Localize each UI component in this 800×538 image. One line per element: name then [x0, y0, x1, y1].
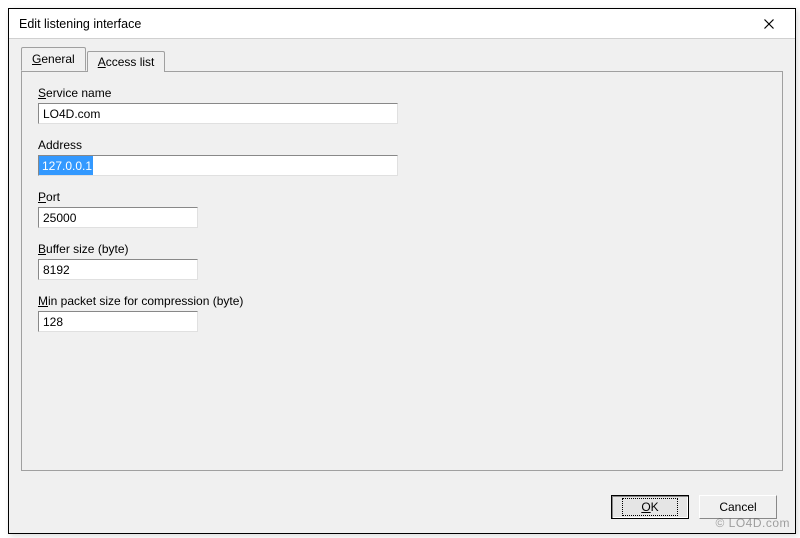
field-service-name: Service name: [38, 86, 766, 124]
field-port: Port: [38, 190, 766, 228]
input-min-packet[interactable]: [38, 311, 198, 332]
field-address: Address 127.0.0.1: [38, 138, 766, 176]
titlebar: Edit listening interface: [9, 9, 795, 39]
input-service-name[interactable]: [38, 103, 398, 124]
input-address[interactable]: 127.0.0.1: [38, 155, 398, 176]
input-address-selection: 127.0.0.1: [39, 156, 93, 175]
watermark: © LO4D.com: [715, 516, 790, 530]
label-address: Address: [38, 138, 766, 152]
window-title: Edit listening interface: [19, 17, 141, 31]
ok-button[interactable]: OK: [611, 495, 689, 519]
close-button[interactable]: [747, 10, 791, 38]
tab-panel-general: Service name Address 127.0.0.1 Port: [21, 71, 783, 471]
dialog-window: Edit listening interface General Access …: [8, 8, 796, 534]
field-buffer-size: Buffer size (byte): [38, 242, 766, 280]
input-buffer-size[interactable]: [38, 259, 198, 280]
field-min-packet: Min packet size for compression (byte): [38, 294, 766, 332]
tab-access-list[interactable]: Access list: [87, 51, 166, 72]
client-area: General Access list Service name Address: [9, 39, 795, 533]
input-port[interactable]: [38, 207, 198, 228]
label-buffer-size: Buffer size (byte): [38, 242, 766, 256]
label-service-name: Service name: [38, 86, 766, 100]
tab-strip: General Access list: [21, 49, 783, 71]
close-icon: [764, 19, 774, 29]
label-min-packet: Min packet size for compression (byte): [38, 294, 766, 308]
label-port: Port: [38, 190, 766, 204]
tab-general[interactable]: General: [21, 47, 86, 71]
